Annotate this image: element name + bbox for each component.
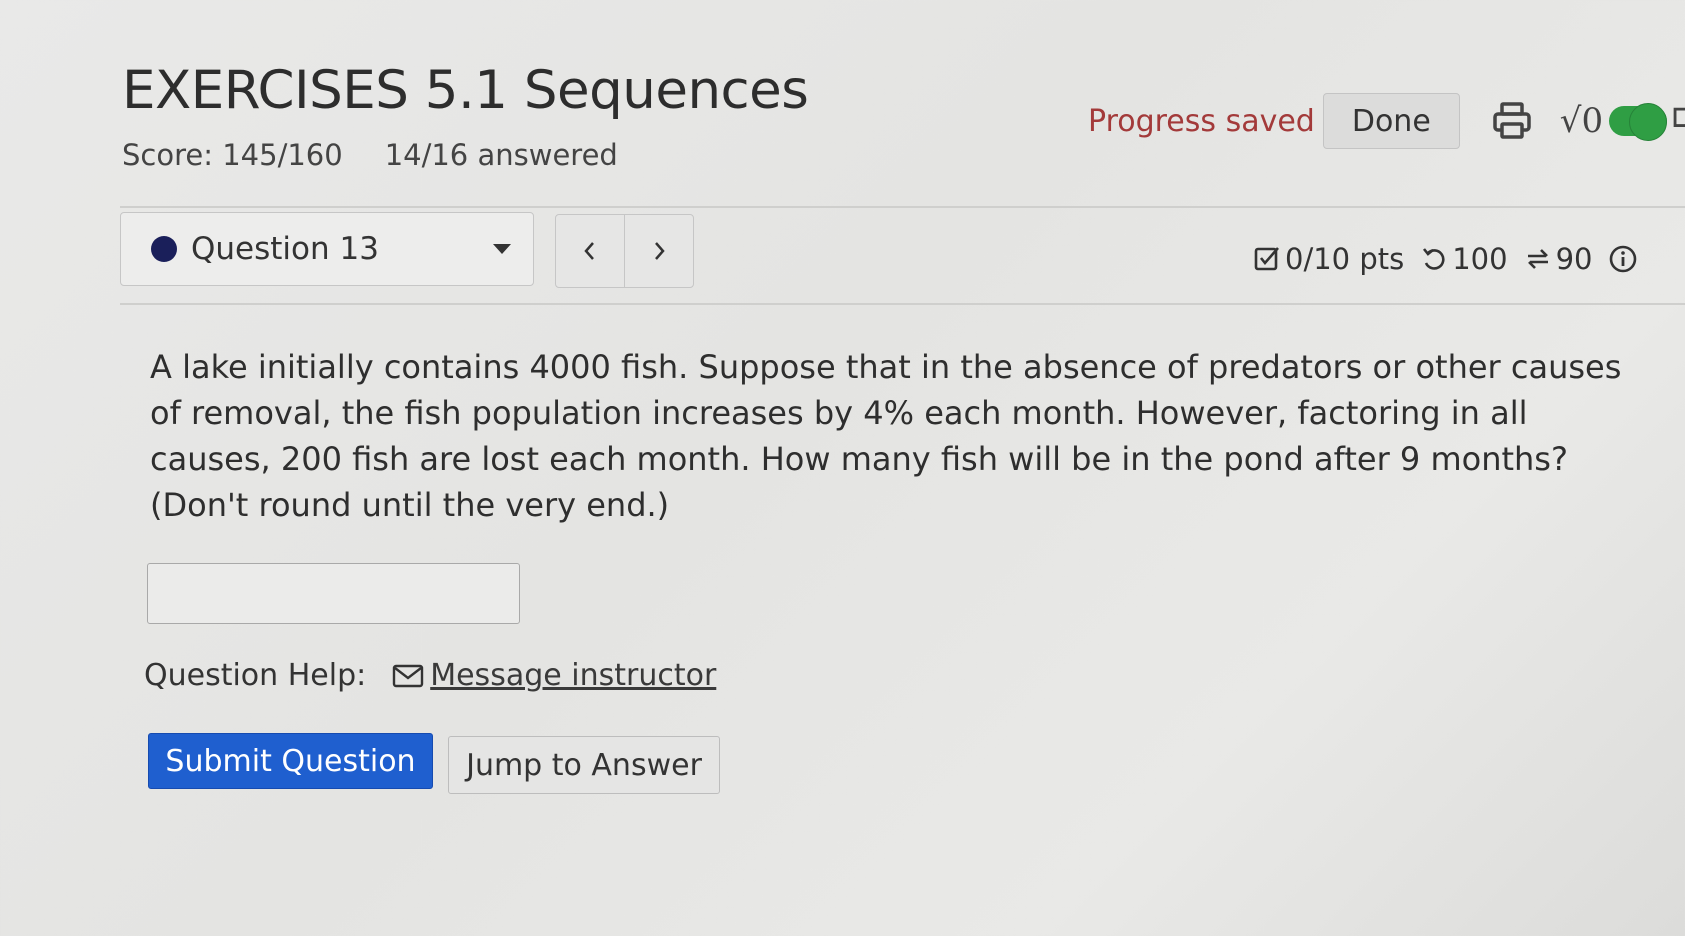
assignment-title: EXERCISES 5.1 Sequences [122,60,809,121]
checkbox-icon [1254,247,1279,271]
submit-question-button[interactable]: Submit Question [148,733,433,789]
math-sqrt-icon: √0 [1559,101,1604,141]
question-help-label: Question Help: [144,658,367,693]
attempts-text: 90 [1555,242,1593,276]
answer-input[interactable] [147,563,520,624]
repeat-icon [1527,249,1548,269]
question-status-dot [151,236,177,262]
retries-stat: 100 [1420,242,1508,276]
question-help: Question Help: Message instructor [144,658,716,693]
points-text: 0/10 pts [1285,242,1405,276]
math-entry-toggle[interactable] [1609,103,1668,141]
retries-text: 100 [1452,242,1508,276]
chevron-right-icon [655,242,665,260]
jump-to-answer-button[interactable]: Jump to Answer [448,736,720,794]
message-instructor-link[interactable]: Message instructor [392,658,716,693]
mail-icon [393,664,424,687]
score-text: Score: 145/160 [122,138,343,172]
next-question-button[interactable] [624,215,693,287]
question-selector[interactable]: Question 13 [120,212,534,286]
chevron-left-icon [584,242,594,260]
divider [120,206,1685,208]
message-instructor-label: Message instructor [430,658,717,693]
previous-question-button[interactable] [556,215,624,287]
attempts-stat: 90 [1524,242,1593,276]
toggle-knob [1629,103,1668,141]
printer-icon[interactable] [1490,99,1534,143]
score-summary: Score: 145/160 14/16 answered [122,138,618,172]
done-button[interactable]: Done [1322,93,1460,149]
question-stats: 0/10 pts 100 90 [1253,242,1637,276]
points-stat: 0/10 pts [1253,242,1404,276]
header-toolbar: Progress saved Done √0 [1088,92,1668,150]
undo-icon [1423,248,1445,270]
clipped-icon[interactable]: ⊏ [1670,96,1685,136]
question-selector-label: Question 13 [191,231,379,267]
caret-down-icon [493,244,511,254]
info-icon[interactable] [1609,245,1637,273]
answered-count: 14/16 answered [384,138,618,172]
progress-status: Progress saved [1088,103,1315,139]
question-text: A lake initially contains 4000 fish. Sup… [150,348,1622,524]
divider [120,303,1685,305]
question-nav-buttons [555,214,694,288]
